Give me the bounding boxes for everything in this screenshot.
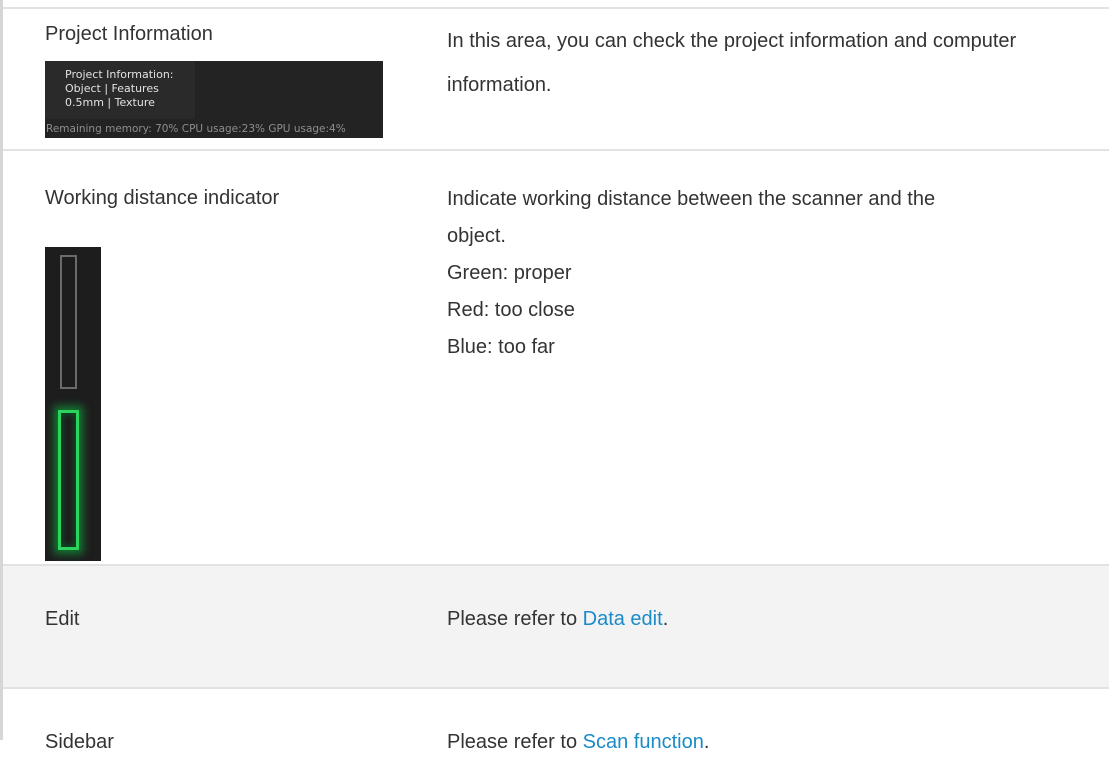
table-row-project-information: Project Information Project Information:… (3, 7, 1109, 150)
description-line-1: Indicate working distance between the sc… (447, 188, 936, 210)
table-row-working-distance: Working distance indicator Indicate work… (3, 149, 1109, 565)
info-table: Project Information Project Information:… (0, 0, 1109, 753)
indicator-active-bar (58, 410, 79, 550)
table-row-edit: Edit Please refer to Data edit. (3, 564, 1109, 688)
scan-function-link[interactable]: Scan function (583, 731, 704, 753)
row-label: Project Information (45, 23, 213, 45)
row-label: Working distance indicator (45, 187, 280, 209)
row-description-cell: Please refer to Scan function. (447, 725, 1087, 759)
row-description-cell: In this area, you can check the project … (447, 19, 1087, 107)
description-prefix: Please refer to (447, 608, 583, 630)
computer-info-status: Remaining memory: 70% CPU usage:23% GPU … (46, 123, 346, 135)
description-prefix: Please refer to (447, 731, 583, 753)
row-label-cell: Project Information Project Information:… (45, 17, 383, 138)
working-distance-indicator-image (45, 247, 101, 561)
row-label-cell: Working distance indicator (45, 181, 280, 561)
project-info-resolution: 0.5mm | Texture (65, 96, 155, 109)
row-description-cell: Please refer to Data edit. (447, 602, 1087, 636)
row-description-cell: Indicate working distance between the sc… (447, 181, 1087, 366)
row-label-cell: Edit (45, 602, 79, 636)
row-description: In this area, you can check the project … (447, 30, 1017, 96)
indicator-idle-bar (60, 255, 77, 389)
row-label: Edit (45, 608, 80, 630)
row-label-cell: Sidebar (45, 725, 114, 759)
data-edit-link[interactable]: Data edit (583, 608, 663, 630)
row-description: Please refer to Data edit. (447, 602, 1087, 636)
description-line-2: object. (447, 225, 506, 247)
description-suffix: . (703, 731, 710, 753)
row-description: Please refer to Scan function. (447, 725, 1087, 759)
description-line-red: Red: too close (447, 299, 575, 321)
project-info-panel-image: Project Information: Object | Features 0… (45, 61, 383, 138)
description-suffix: . (662, 608, 669, 630)
table-row-sidebar: Sidebar Please refer to Scan function. (3, 687, 1109, 753)
description-line-blue: Blue: too far (447, 336, 555, 358)
description-line-green: Green: proper (447, 262, 572, 284)
row-label: Sidebar (45, 731, 114, 753)
project-info-mode: Object | Features (65, 82, 159, 95)
project-info-title: Project Information: (65, 68, 174, 81)
